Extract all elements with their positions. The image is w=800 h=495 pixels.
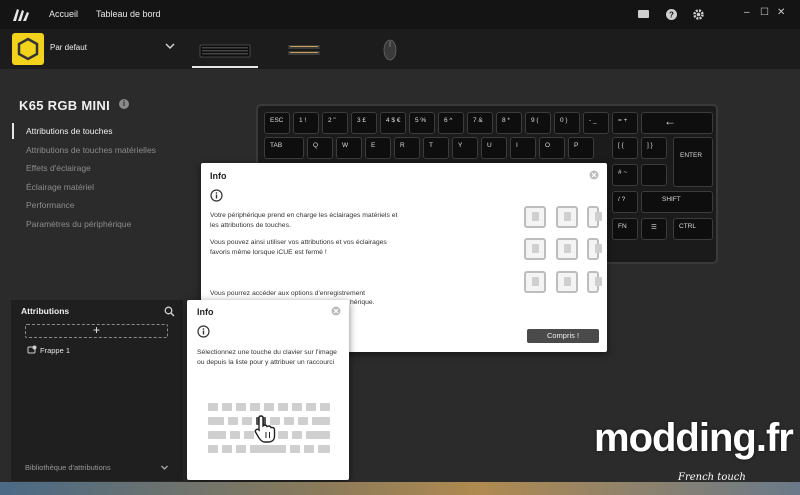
memory-chip-icon — [524, 206, 546, 228]
memory-chip-icon — [556, 271, 578, 293]
plus-icon: + — [92, 323, 100, 337]
corsair-logo-icon — [13, 9, 29, 21]
key-6[interactable]: 6 ^ — [438, 112, 464, 134]
menu-key-assignments[interactable]: Attributions de touches — [12, 123, 156, 143]
key-slash[interactable]: / ? — [612, 191, 638, 213]
key-fn[interactable]: FN — [612, 218, 638, 240]
profile-name[interactable]: Par defaut — [50, 43, 87, 52]
gear-icon[interactable] — [692, 8, 705, 21]
nav-dashboard[interactable]: Tableau de bord — [96, 9, 161, 19]
watermark: modding.fr — [594, 416, 794, 460]
device-title: K65 RGB MINI — [19, 98, 111, 113]
desktop-wallpaper-strip — [0, 482, 800, 495]
memory-chip-icon — [587, 271, 602, 293]
key-q[interactable]: Q — [307, 137, 333, 159]
close-icon[interactable] — [589, 170, 599, 180]
key-8[interactable]: 8 * — [496, 112, 522, 134]
nav-home[interactable]: Accueil — [49, 9, 78, 19]
info-dialog-text-1: Votre périphérique prend en charge les é… — [210, 212, 398, 229]
device-tab-mouse[interactable] — [380, 35, 400, 65]
info-dialog-title: Info — [210, 171, 227, 181]
key-e[interactable]: E — [365, 137, 391, 159]
menu-hardware-key-assignments[interactable]: Attributions de touches matérielles — [12, 143, 156, 162]
key-p[interactable]: P — [568, 137, 594, 159]
add-attribution-button[interactable]: + — [25, 323, 168, 338]
message-icon[interactable] — [637, 8, 650, 21]
key-2[interactable]: 2 " — [322, 112, 348, 134]
attribution-item[interactable]: Frappe 1 — [27, 345, 70, 355]
info-dialog-text-2: Vous pouvez ainsi utiliser vos attributi… — [210, 239, 387, 256]
key-7[interactable]: 7 & — [467, 112, 493, 134]
key-1[interactable]: 1 ! — [293, 112, 319, 134]
memory-chip-icon — [524, 271, 546, 293]
keystroke-icon — [27, 345, 37, 354]
memory-chip-icon — [556, 238, 578, 260]
understood-button[interactable]: Compris ! — [527, 329, 599, 343]
key-tab[interactable]: TAB — [264, 137, 304, 159]
memory-chip-icon — [587, 206, 602, 228]
info-dialog-text-3b: hérique. — [350, 299, 375, 306]
help-icon[interactable]: ? — [665, 8, 678, 21]
key-esc[interactable]: ESC — [264, 112, 290, 134]
key-ctrl-right[interactable]: CTRL — [673, 218, 713, 240]
info-icon[interactable]: i — [119, 99, 129, 109]
maximize-button[interactable]: ☐ — [760, 7, 769, 18]
key-y[interactable]: Y — [452, 137, 478, 159]
key-menu[interactable]: ☰ — [641, 218, 667, 240]
attributions-panel: Attributions + Frappe 1 Bibliothèque d'a… — [11, 300, 183, 481]
profile-bar: Par defaut — [0, 29, 800, 69]
key-enter[interactable]: ENTER — [673, 137, 713, 187]
svg-text:?: ? — [669, 11, 674, 20]
key-minus[interactable]: - _ — [583, 112, 609, 134]
close-icon[interactable] — [331, 306, 341, 316]
device-tab-keyboard[interactable] — [192, 35, 258, 68]
menu-lighting-effects[interactable]: Effets d'éclairage — [12, 161, 156, 180]
title-bar: Accueil Tableau de bord ? – ☐ ✕ — [0, 0, 800, 29]
attribution-item-label: Frappe 1 — [40, 346, 71, 355]
key-blank-r3[interactable] — [641, 164, 667, 186]
key-3[interactable]: 3 £ — [351, 112, 377, 134]
key-equal[interactable]: = + — [612, 112, 638, 134]
search-icon[interactable] — [164, 306, 175, 317]
menu-performance[interactable]: Performance — [12, 198, 156, 217]
key-bracket-left[interactable]: [ { — [612, 137, 638, 159]
key-shift-right[interactable]: SHIFT — [641, 191, 713, 213]
attribution-library[interactable]: Bibliothèque d'attributions — [25, 463, 111, 472]
minimize-button[interactable]: – — [744, 7, 750, 18]
profile-icon[interactable] — [12, 33, 44, 65]
tooltip-dialog-text: Sélectionnez une touche du clavier sur l… — [197, 349, 337, 366]
key-bracket-right[interactable]: ] } — [641, 137, 667, 159]
memory-chip-icon — [587, 238, 602, 260]
tooltip-dialog-title: Info — [197, 307, 214, 317]
watermark-subtitle: French touch — [678, 472, 746, 483]
attributions-title: Attributions — [21, 306, 70, 316]
memory-chip-icon — [524, 238, 546, 260]
key-i[interactable]: I — [510, 137, 536, 159]
memory-chip-icon — [556, 206, 578, 228]
chevron-down-icon[interactable] — [164, 40, 176, 52]
chevron-down-icon[interactable] — [160, 463, 169, 472]
menu-device-settings[interactable]: Paramètres du périphérique — [12, 217, 156, 236]
key-5[interactable]: 5 % — [409, 112, 435, 134]
info-tooltip-dialog: Info Sélectionnez une touche du clavier … — [187, 300, 349, 480]
key-t[interactable]: T — [423, 137, 449, 159]
side-menu: Attributions de touches Attributions de … — [12, 123, 156, 236]
key-o[interactable]: O — [539, 137, 565, 159]
hand-cursor-icon — [254, 415, 276, 443]
key-w[interactable]: W — [336, 137, 362, 159]
key-r[interactable]: R — [394, 137, 420, 159]
device-tab-memory[interactable] — [286, 35, 322, 65]
info-circle-icon — [197, 325, 210, 338]
key-0[interactable]: 0 ) — [554, 112, 580, 134]
key-backspace[interactable]: ← — [641, 112, 713, 134]
close-window-button[interactable]: ✕ — [777, 7, 785, 18]
key-9[interactable]: 9 ( — [525, 112, 551, 134]
menu-hardware-lighting[interactable]: Éclairage matériel — [12, 180, 156, 199]
key-hash[interactable]: # ~ — [612, 164, 638, 186]
key-4[interactable]: 4 $ € — [380, 112, 406, 134]
info-circle-icon — [210, 189, 223, 202]
key-u[interactable]: U — [481, 137, 507, 159]
